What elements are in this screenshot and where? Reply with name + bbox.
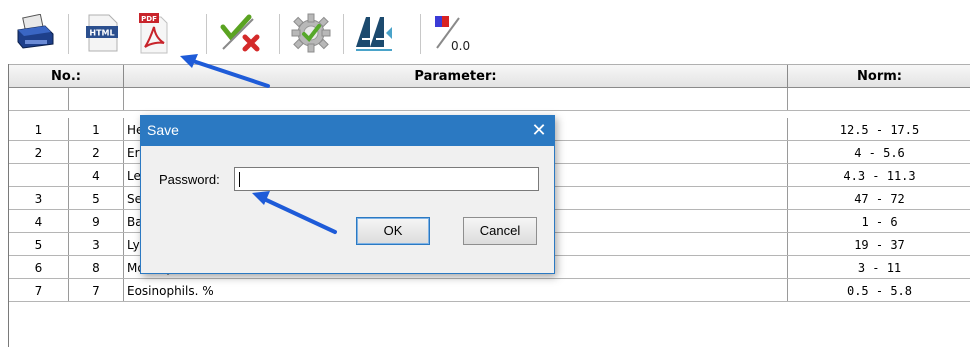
- decimal-badge: 0.0: [451, 39, 470, 53]
- cell-no: 1: [9, 118, 69, 140]
- pdf-export-icon: PDF: [139, 13, 168, 54]
- cell-no: 3: [9, 187, 69, 209]
- cell-id: 4: [69, 164, 124, 186]
- cell-no: 6: [9, 256, 69, 278]
- pdf-badge: PDF: [141, 15, 157, 23]
- print-button[interactable]: [12, 8, 58, 58]
- validate-button[interactable]: [218, 8, 264, 58]
- cell-no: 2: [9, 141, 69, 163]
- dialog-titlebar[interactable]: Save ✕: [141, 116, 554, 146]
- html-badge: HTML: [89, 29, 114, 38]
- cell-no: 4: [9, 210, 69, 232]
- close-icon[interactable]: ✕: [524, 116, 554, 146]
- printer-icon: [17, 14, 54, 49]
- cell-norm: 19 - 37: [854, 238, 905, 252]
- font-style-button[interactable]: [352, 8, 396, 58]
- header-norm[interactable]: Norm:: [788, 65, 970, 88]
- cell-id: 1: [69, 118, 124, 140]
- cell-norm: 4.3 - 11.3: [843, 169, 916, 183]
- html-export-icon: HTML: [86, 14, 118, 52]
- grid-header: No.: Parameter: Norm:: [9, 64, 970, 88]
- toolbar: HTML PDF 0.0: [0, 0, 970, 64]
- cell-id: 2: [69, 141, 124, 163]
- table-row[interactable]: 7 7 Eosinophils. % 0.5 - 5.8: [9, 279, 970, 302]
- table-row[interactable]: [9, 88, 970, 111]
- cell-parameter: Eosinophils. %: [124, 279, 788, 301]
- cancel-button[interactable]: Cancel: [463, 217, 537, 245]
- cell-id: 9: [69, 210, 124, 232]
- decimal-format-icon: 0.0: [435, 16, 470, 53]
- cell-norm: 3 - 11: [857, 261, 902, 275]
- cell-id: 8: [69, 256, 124, 278]
- cell-id: 3: [69, 233, 124, 255]
- save-dialog: Save ✕ Password: OK Cancel: [140, 115, 555, 274]
- cell-id: 7: [69, 279, 124, 301]
- decimal-format-button[interactable]: 0.0: [428, 8, 478, 58]
- cell-no: 5: [9, 233, 69, 255]
- settings-button[interactable]: [288, 8, 334, 58]
- cell-norm: 4 - 5.6: [854, 146, 905, 160]
- cell-norm: 1 - 6: [861, 215, 898, 229]
- cell-id: 5: [69, 187, 124, 209]
- cell-no: 7: [9, 279, 69, 301]
- check-cross-icon: [220, 14, 260, 52]
- cell-no: [9, 164, 69, 186]
- ok-button[interactable]: OK: [356, 217, 430, 245]
- cell-no: [9, 88, 69, 110]
- cell-norm: [788, 88, 970, 110]
- header-no[interactable]: No.:: [9, 65, 124, 88]
- cell-norm: 12.5 - 17.5: [839, 123, 920, 137]
- password-field[interactable]: [234, 167, 539, 191]
- header-parameter[interactable]: Parameter:: [124, 65, 788, 88]
- text-caret: [239, 172, 240, 187]
- cell-parameter: [124, 88, 788, 110]
- pdf-export-button[interactable]: PDF: [130, 8, 174, 58]
- cell-norm: 47 - 72: [854, 192, 905, 206]
- font-style-icon: [356, 17, 392, 51]
- html-export-button[interactable]: HTML: [80, 8, 124, 58]
- settings-gear-icon: [291, 13, 331, 53]
- cell-id: [69, 88, 124, 110]
- password-label: Password:: [159, 172, 220, 187]
- cell-norm: 0.5 - 5.8: [846, 284, 913, 298]
- dialog-title: Save: [147, 122, 179, 138]
